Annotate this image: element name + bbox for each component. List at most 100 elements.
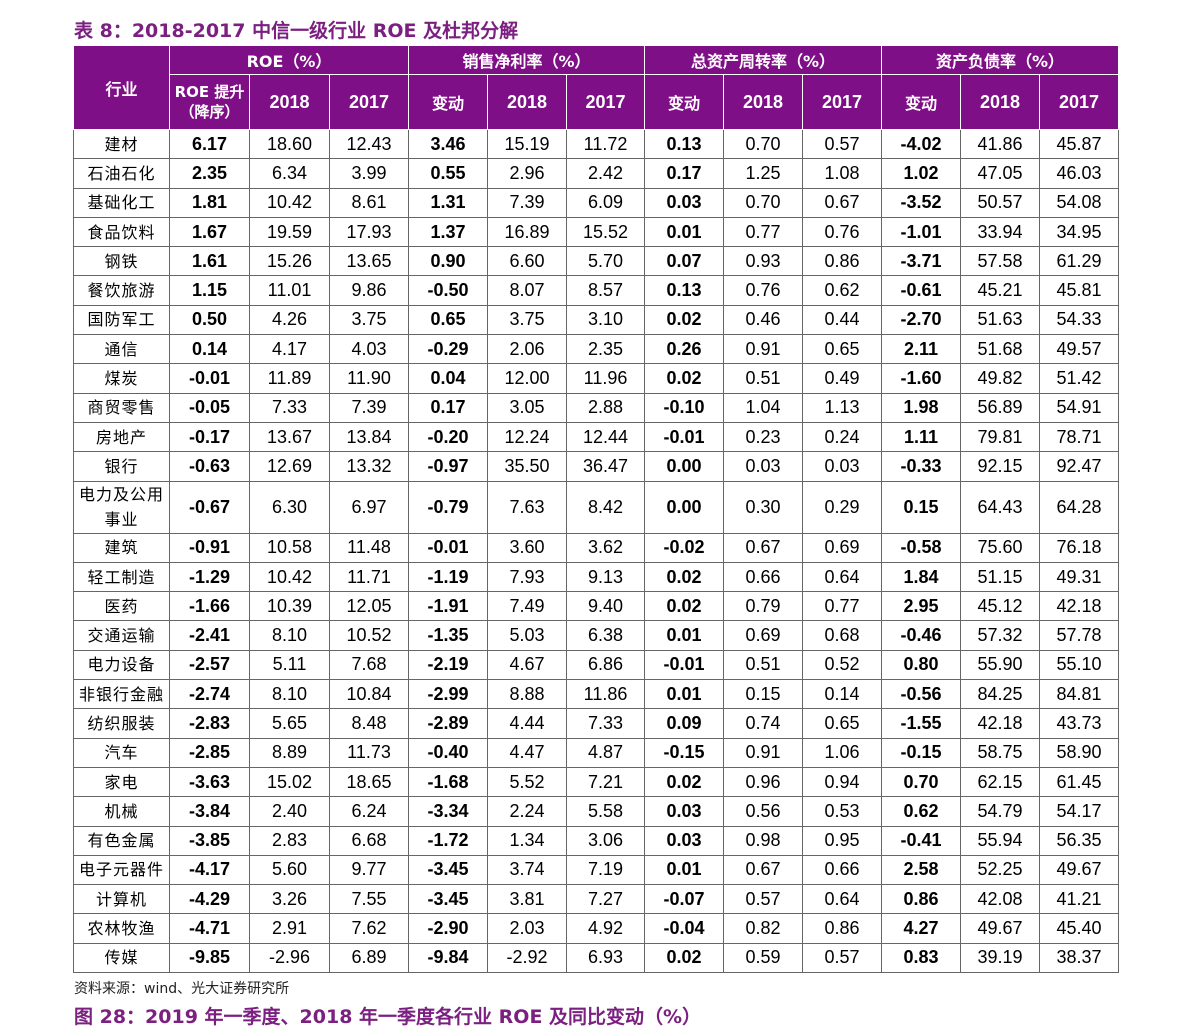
industry-cell: 有色金属 bbox=[73, 825, 170, 856]
value-cell: 58.90 bbox=[1039, 737, 1120, 768]
value-cell: 46.03 bbox=[1039, 158, 1120, 189]
value-cell: 45.21 bbox=[960, 275, 1041, 306]
value-cell: 45.40 bbox=[1039, 913, 1120, 944]
value-cell: 0.50 bbox=[169, 304, 250, 336]
industry-cell: 医药 bbox=[73, 591, 170, 622]
value-cell: 7.27 bbox=[566, 884, 646, 915]
header-row-columns: ROE 提升（降序） 2018 2017 变动 2018 2017 变动 201… bbox=[74, 74, 1120, 130]
value-cell: 1.84 bbox=[881, 561, 962, 593]
value-cell: 0.67 bbox=[802, 187, 883, 218]
value-cell: 4.17 bbox=[249, 334, 330, 365]
value-cell: 0.03 bbox=[723, 451, 804, 482]
value-cell: 0.04 bbox=[408, 363, 489, 394]
table-row: 医药 -1.66 10.39 12.05 -1.91 7.49 9.40 0.02 0.79 0.… bbox=[73, 591, 1120, 622]
value-cell: 0.91 bbox=[723, 737, 804, 768]
value-cell: 55.94 bbox=[960, 825, 1041, 856]
header-debt-2018: 2018 bbox=[960, 74, 1041, 130]
value-cell: 0.29 bbox=[802, 480, 883, 534]
value-cell: 1.98 bbox=[881, 392, 962, 423]
value-cell: 2.88 bbox=[566, 392, 646, 423]
value-cell: 57.32 bbox=[960, 620, 1041, 651]
value-cell: 0.03 bbox=[802, 451, 883, 482]
value-cell: 38.37 bbox=[1039, 942, 1120, 974]
value-cell: 10.42 bbox=[249, 187, 330, 218]
value-cell: 8.88 bbox=[487, 679, 568, 710]
value-cell: 12.00 bbox=[487, 363, 568, 394]
value-cell: 6.24 bbox=[328, 796, 410, 827]
value-cell: 84.25 bbox=[960, 679, 1041, 710]
value-cell: 11.96 bbox=[566, 363, 646, 394]
value-cell: 18.65 bbox=[328, 766, 410, 798]
value-cell: 0.24 bbox=[802, 421, 883, 453]
value-cell: 0.79 bbox=[723, 591, 804, 622]
value-cell: 11.71 bbox=[328, 561, 410, 593]
value-cell: 17.93 bbox=[328, 216, 410, 248]
value-cell: 33.94 bbox=[960, 216, 1041, 248]
industry-cell: 机械 bbox=[73, 796, 170, 827]
value-cell: 1.67 bbox=[169, 216, 250, 248]
value-cell: 2.95 bbox=[881, 591, 962, 622]
value-cell: -4.29 bbox=[169, 884, 250, 915]
value-cell: 45.81 bbox=[1039, 275, 1120, 306]
value-cell: 0.77 bbox=[723, 216, 804, 248]
value-cell: 64.43 bbox=[960, 480, 1041, 534]
header-roe-2018: 2018 bbox=[249, 74, 330, 130]
next-figure-title: 图 28：2019 年一季度、2018 年一季度各行业 ROE 及同比变动（%） bbox=[74, 1006, 702, 1028]
value-cell: 49.57 bbox=[1039, 334, 1120, 365]
value-cell: 0.13 bbox=[644, 128, 725, 160]
header-margin-2017: 2017 bbox=[566, 74, 646, 130]
value-cell: 0.55 bbox=[408, 158, 489, 189]
table-row: 汽车 -2.85 8.89 11.73 -0.40 4.47 4.87 -0.15 0.91 1.… bbox=[73, 737, 1120, 768]
value-cell: 56.35 bbox=[1039, 825, 1120, 856]
table-row: 纺织服装 -2.83 5.65 8.48 -2.89 4.44 7.33 0.09 0.74 0.… bbox=[73, 708, 1120, 739]
value-cell: 51.42 bbox=[1039, 363, 1120, 394]
table-title: 表 8：2018-2017 中信一级行业 ROE 及杜邦分解 bbox=[74, 20, 519, 42]
value-cell: -0.04 bbox=[644, 913, 725, 944]
value-cell: 0.64 bbox=[802, 561, 883, 593]
value-cell: 6.17 bbox=[169, 128, 250, 160]
value-cell: -0.01 bbox=[644, 649, 725, 681]
value-cell: 11.89 bbox=[249, 363, 330, 394]
value-cell: 0.46 bbox=[723, 304, 804, 336]
table-row: 轻工制造 -1.29 10.42 11.71 -1.19 7.93 9.13 0.02 0.66… bbox=[73, 561, 1120, 593]
value-cell: 51.63 bbox=[960, 304, 1041, 336]
value-cell: 0.52 bbox=[802, 649, 883, 681]
value-cell: -1.60 bbox=[881, 363, 962, 394]
value-cell: 2.91 bbox=[249, 913, 330, 944]
value-cell: 0.96 bbox=[723, 766, 804, 798]
value-cell: 62.15 bbox=[960, 766, 1041, 798]
value-cell: 3.74 bbox=[487, 854, 568, 886]
value-cell: -2.70 bbox=[881, 304, 962, 336]
header-debt-change: 变动 bbox=[881, 74, 962, 130]
header-turnover-change: 变动 bbox=[644, 74, 725, 130]
table-row: 传媒 -9.85 -2.96 6.89 -9.84 -2.92 6.93 0.02 0.59 0.… bbox=[73, 942, 1120, 974]
value-cell: 0.02 bbox=[644, 942, 725, 974]
value-cell: 49.67 bbox=[1039, 854, 1120, 886]
value-cell: -1.91 bbox=[408, 591, 489, 622]
value-cell: 41.21 bbox=[1039, 884, 1120, 915]
value-cell: 6.93 bbox=[566, 942, 646, 974]
value-cell: 13.32 bbox=[328, 451, 410, 482]
table-row: 餐饮旅游 1.15 11.01 9.86 -0.50 8.07 8.57 0.13 0.76 0.… bbox=[73, 275, 1120, 306]
value-cell: 75.60 bbox=[960, 532, 1041, 563]
value-cell: 64.28 bbox=[1039, 480, 1120, 534]
value-cell: -1.01 bbox=[881, 216, 962, 248]
value-cell: -0.63 bbox=[169, 451, 250, 482]
value-cell: 6.68 bbox=[328, 825, 410, 856]
table-row: 煤炭 -0.01 11.89 11.90 0.04 12.00 11.96 0.02 0.51 0… bbox=[73, 363, 1120, 394]
industry-cell: 基础化工 bbox=[73, 187, 170, 218]
header-industry: 行业 bbox=[73, 45, 170, 130]
value-cell: 1.81 bbox=[169, 187, 250, 218]
value-cell: 15.02 bbox=[249, 766, 330, 798]
value-cell: 0.93 bbox=[723, 246, 804, 277]
value-cell: 2.03 bbox=[487, 913, 568, 944]
industry-cell: 电子元器件 bbox=[73, 854, 170, 886]
value-cell: -2.96 bbox=[249, 942, 330, 974]
value-cell: 8.48 bbox=[328, 708, 410, 739]
roe-dupont-table: 行业 ROE（%） 销售净利率（%） 总资产周转率（%） 资产负债率（%） RO… bbox=[73, 45, 1120, 974]
header-turnover-2018: 2018 bbox=[723, 74, 804, 130]
value-cell: 11.01 bbox=[249, 275, 330, 306]
value-cell: 45.87 bbox=[1039, 128, 1120, 160]
value-cell: -2.99 bbox=[408, 679, 489, 710]
value-cell: 2.35 bbox=[566, 334, 646, 365]
